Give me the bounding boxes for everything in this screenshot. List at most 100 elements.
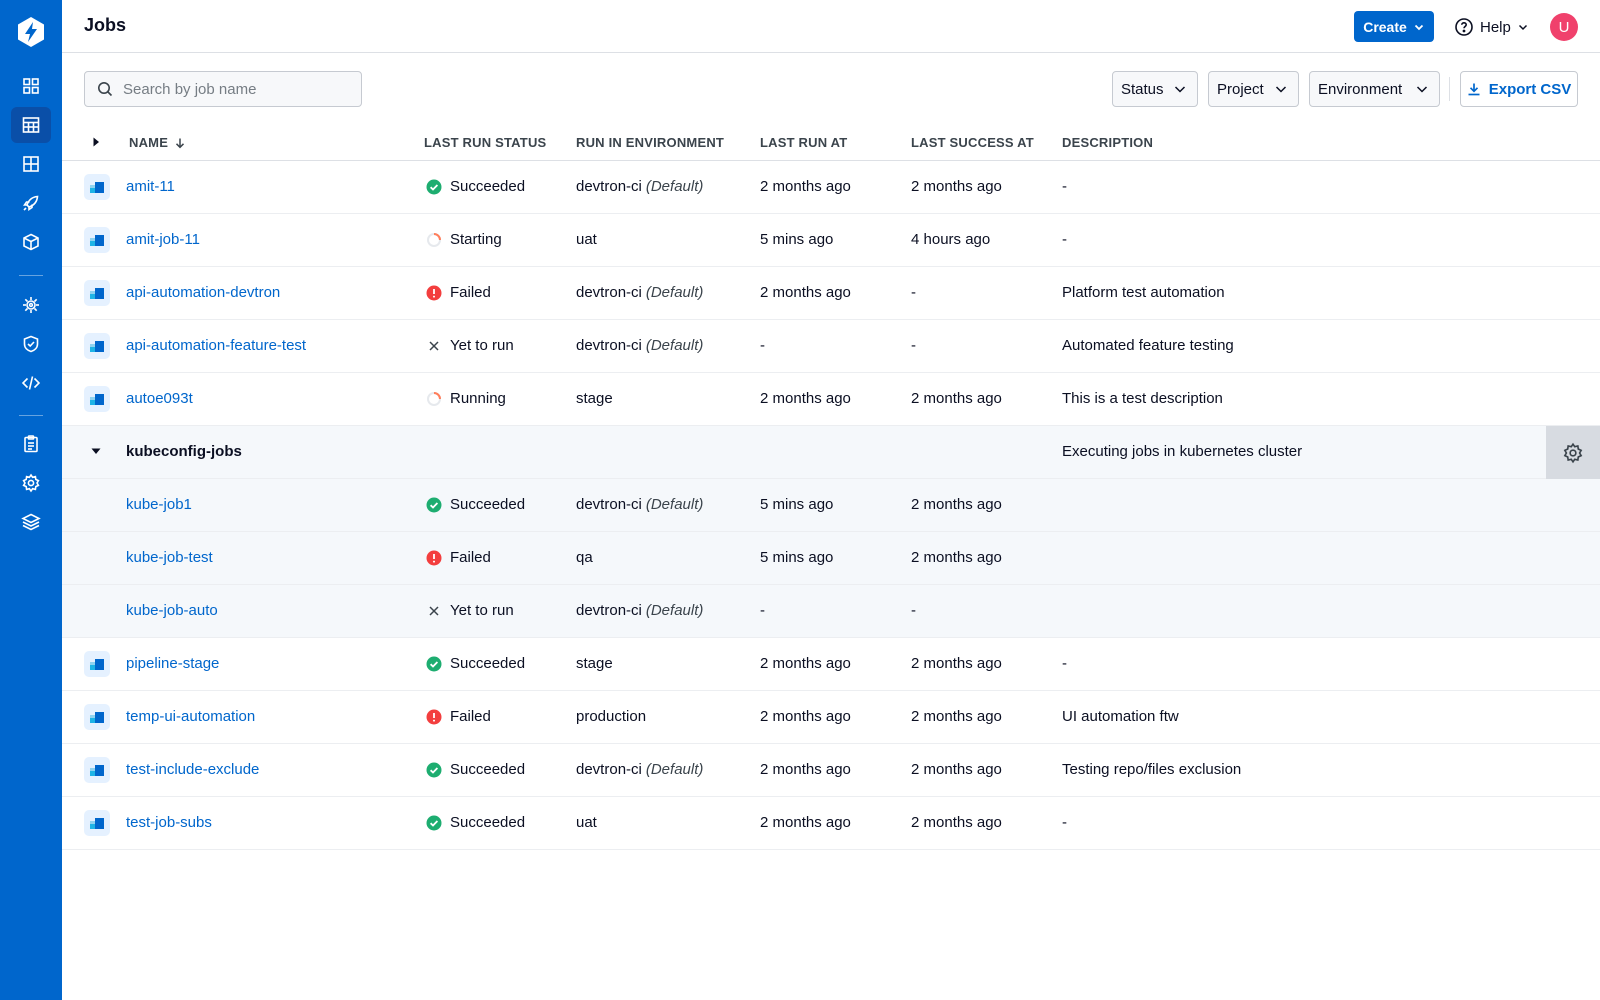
environment-name: qa: [576, 549, 593, 566]
help-circle-icon: [1455, 18, 1473, 36]
expand-all-icon[interactable]: [90, 136, 102, 148]
status-label: Failed: [450, 708, 491, 725]
last-run-at: 2 months ago: [760, 708, 851, 725]
search-box[interactable]: [84, 71, 362, 107]
sidebar-item-resources[interactable]: [11, 224, 51, 260]
environment-filter[interactable]: Environment: [1309, 71, 1440, 107]
job-icon: [84, 227, 110, 253]
job-name-link[interactable]: temp-ui-automation: [126, 708, 255, 725]
sidebar-item-jobs[interactable]: [11, 107, 51, 143]
last-success-at: -: [911, 337, 916, 354]
job-name-link[interactable]: api-automation-devtron: [126, 284, 280, 301]
last-run-at: 2 months ago: [760, 814, 851, 831]
sidebar-item-security[interactable]: [11, 326, 51, 362]
last-success-at: 2 months ago: [911, 390, 1002, 407]
status-label: Succeeded: [450, 178, 526, 195]
job-name-link[interactable]: amit-11: [126, 178, 175, 195]
environment-name: devtron-ci: [576, 178, 642, 195]
job-name-link[interactable]: api-automation-feature-test: [126, 337, 306, 354]
sidebar-item-code[interactable]: [11, 365, 51, 401]
last-run-status: Yet to run: [426, 337, 514, 354]
sidebar-item-apps[interactable]: [11, 146, 51, 182]
sidebar-item-audit[interactable]: [11, 426, 51, 462]
column-header-status: LAST RUN STATUS: [424, 135, 547, 150]
avatar[interactable]: U: [1550, 13, 1578, 41]
last-run-status: Running: [426, 390, 506, 407]
table-row[interactable]: kube-job-test Failed qa 5 mins ago 2 months …: [62, 532, 1600, 585]
job-name-link[interactable]: amit-job-11: [126, 231, 200, 248]
job-name-link[interactable]: kube-job1: [126, 496, 192, 513]
sidebar-item-overview[interactable]: [11, 68, 51, 104]
job-name-link[interactable]: pipeline-stage: [126, 655, 219, 672]
run-environment: production: [576, 708, 646, 725]
table-row[interactable]: api-automation-devtron Failed devtron-ci (D…: [62, 267, 1600, 320]
job-icon: [84, 704, 110, 730]
job-description: UI automation ftw: [1062, 708, 1179, 725]
environment-name: devtron-ci: [576, 496, 642, 513]
job-group-row[interactable]: kubeconfig-jobs Executing jobs in kuberne…: [62, 426, 1600, 479]
project-filter-label: Project: [1217, 80, 1264, 98]
job-name-link[interactable]: kube-job-auto: [126, 602, 218, 619]
export-csv-button[interactable]: Export CSV: [1460, 71, 1578, 107]
job-icon: [84, 386, 110, 412]
job-name-link[interactable]: autoe093t: [126, 390, 193, 407]
last-success-at: 4 hours ago: [911, 231, 991, 248]
sidebar-item-global-config[interactable]: [11, 465, 51, 501]
jobs-table-body: amit-11 Succeeded devtron-ci (Default) 2 mon…: [62, 161, 1600, 850]
layers-icon: [21, 513, 41, 531]
last-run-at: 5 mins ago: [760, 231, 834, 248]
run-environment: uat: [576, 814, 597, 831]
create-button[interactable]: Create: [1354, 11, 1434, 42]
job-description: This is a test description: [1062, 390, 1223, 407]
column-header-last-success: LAST SUCCESS AT: [911, 135, 1034, 150]
table-row[interactable]: api-automation-feature-test Yet to run dev…: [62, 320, 1600, 373]
project-filter[interactable]: Project: [1208, 71, 1299, 107]
default-tag: (Default): [645, 496, 704, 513]
last-run-at: 2 months ago: [760, 178, 851, 195]
collapse-caret-icon[interactable]: [90, 445, 102, 457]
cube-icon: [23, 233, 39, 251]
sidebar-item-deploy[interactable]: [11, 185, 51, 221]
sidebar-divider: [19, 415, 43, 416]
status-label: Failed: [450, 549, 491, 566]
help-button[interactable]: Help: [1454, 14, 1529, 40]
table-row[interactable]: amit-11 Succeeded devtron-ci (Default) 2 mon…: [62, 161, 1600, 214]
group-settings-button[interactable]: [1546, 426, 1600, 479]
run-environment: devtron-ci (Default): [576, 337, 703, 354]
success-check-icon: [426, 762, 442, 777]
job-description: -: [1062, 655, 1067, 672]
table-row[interactable]: kube-job1 Succeeded devtron-ci (Default) 5 m…: [62, 479, 1600, 532]
last-run-status: Starting: [426, 231, 502, 248]
column-header-description: DESCRIPTION: [1062, 135, 1154, 150]
environment-name: devtron-ci: [576, 761, 642, 778]
last-success-at: 2 months ago: [911, 496, 1002, 513]
sidebar-item-security-scan[interactable]: [11, 287, 51, 323]
page-header: Jobs Create Help U: [62, 0, 1600, 53]
column-header-name[interactable]: NAME: [129, 135, 186, 150]
job-name-link[interactable]: kube-job-test: [126, 549, 213, 566]
table-row[interactable]: test-include-exclude Succeeded devtron-ci(…: [62, 744, 1600, 797]
job-icon: [84, 810, 110, 836]
table-row[interactable]: temp-ui-automation Failed production 2 mont…: [62, 691, 1600, 744]
devtron-logo-icon[interactable]: [13, 14, 49, 50]
job-description: Automated feature testing: [1062, 337, 1234, 354]
sidebar-item-stack-manager[interactable]: [11, 504, 51, 540]
table-row[interactable]: kube-job-auto Yet to run devtron-ci (Defaul…: [62, 585, 1600, 638]
table-row[interactable]: test-job-subs Succeeded uat 2 months ago 2 m…: [62, 797, 1600, 850]
status-filter[interactable]: Status: [1112, 71, 1198, 107]
last-run-at: -: [760, 602, 765, 619]
success-check-icon: [426, 497, 442, 512]
search-input[interactable]: [123, 80, 343, 98]
table-row[interactable]: amit-job-11 Starting uat 5 mins ago 4 hours …: [62, 214, 1600, 267]
table-row[interactable]: pipeline-stage Succeeded stage 2 months ago…: [62, 638, 1600, 691]
job-name-link[interactable]: test-include-exclude: [126, 761, 259, 778]
table-header: NAME LAST RUN STATUS RUN IN ENVIRONMENT …: [62, 125, 1600, 161]
run-environment: devtron-ci (Default): [576, 496, 703, 513]
job-name-link[interactable]: test-job-subs: [126, 814, 212, 831]
run-environment: devtron-ci (Default): [576, 602, 703, 619]
job-icon: [84, 280, 110, 306]
status-label: Failed: [450, 284, 491, 301]
shield-icon: [23, 335, 39, 353]
table-row[interactable]: autoe093t Running stage 2 months ago 2 month…: [62, 373, 1600, 426]
default-tag: (Default): [645, 284, 704, 301]
